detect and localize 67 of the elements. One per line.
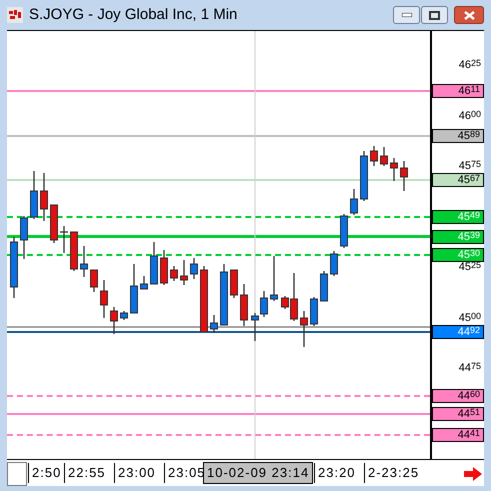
candlestick (330, 251, 338, 276)
minimize-icon (402, 13, 412, 17)
maximize-icon (429, 10, 440, 20)
candlestick (70, 232, 78, 271)
candlestick (180, 260, 188, 285)
window-title: S.JOYG - Joy Global Inc, 1 Min (29, 4, 238, 25)
candlestick (110, 307, 118, 334)
candlestick (190, 258, 198, 279)
candlestick (90, 270, 98, 292)
close-button[interactable] (454, 6, 484, 24)
price-tick-label: 45$^{75}$ (458, 160, 482, 174)
close-icon (464, 10, 474, 20)
time-tick-label: 2-23:25 (364, 463, 420, 483)
candlestick (210, 315, 218, 333)
time-tick-label: 23:00 (114, 463, 156, 483)
price-level-label: 46$^{11}$ (432, 84, 484, 98)
candlestick (170, 266, 178, 281)
candlestick (50, 204, 58, 243)
price-level-label: 45$^{49}$ (432, 210, 484, 224)
candlestick (80, 246, 88, 277)
price-tick-label: 45$^{25}$ (458, 261, 482, 275)
time-tick-label: 10-02-09 23:14 (203, 462, 314, 484)
candlestick (20, 216, 28, 259)
candlestick (200, 266, 208, 332)
candlestick (320, 271, 328, 302)
candlestick (310, 297, 318, 326)
price-level-label: 44$^{51}$ (432, 407, 484, 422)
candlestick (160, 250, 168, 285)
price-tick-label: 46$^{25}$ (458, 59, 482, 73)
candlestick (120, 311, 128, 320)
candlestick (300, 311, 308, 347)
candlestick (30, 171, 38, 219)
candlestick (40, 173, 48, 221)
price-tick-label: 46$^{00}$ (458, 110, 482, 124)
price-level-label: 45$^{67}$ (432, 173, 484, 188)
price-level-label: 44$^{92}$ (432, 324, 484, 339)
price-tick-label: 44$^{75}$ (458, 362, 482, 376)
candlestick (370, 146, 378, 166)
time-tick-label: 23:20 (314, 463, 356, 483)
candlestick (380, 147, 388, 166)
right-arrow-icon[interactable] (464, 467, 482, 481)
price-level-label: 45$^{30}$ (432, 248, 484, 262)
candlestick (390, 158, 398, 181)
price-tick-label: 45$^{00}$ (458, 312, 482, 326)
price-level-label: 45$^{39}$ (432, 230, 484, 244)
maximize-button[interactable] (421, 6, 448, 24)
candlestick (140, 276, 148, 290)
candlestick (240, 284, 248, 326)
app-logo-icon (7, 7, 23, 23)
price-level-label: 44$^{41}$ (432, 428, 484, 442)
price-level-label: 45$^{89}$ (432, 128, 484, 143)
candlestick (400, 161, 408, 191)
candlestick (220, 264, 228, 326)
candlestick (150, 242, 158, 284)
candlestick (100, 280, 108, 318)
price-level-label: 44$^{60}$ (432, 389, 484, 404)
candlestick (230, 270, 238, 298)
candlestick (350, 189, 358, 215)
candlestick (10, 237, 18, 298)
candlestick (340, 214, 348, 248)
candlestick (360, 151, 368, 201)
time-tick-label: 22:55 (64, 463, 106, 483)
time-tick-label: 2:50 (28, 463, 62, 483)
candlestick (60, 226, 68, 253)
candlestick (270, 256, 278, 301)
candlestick (130, 264, 138, 314)
minimize-button[interactable] (393, 6, 420, 24)
